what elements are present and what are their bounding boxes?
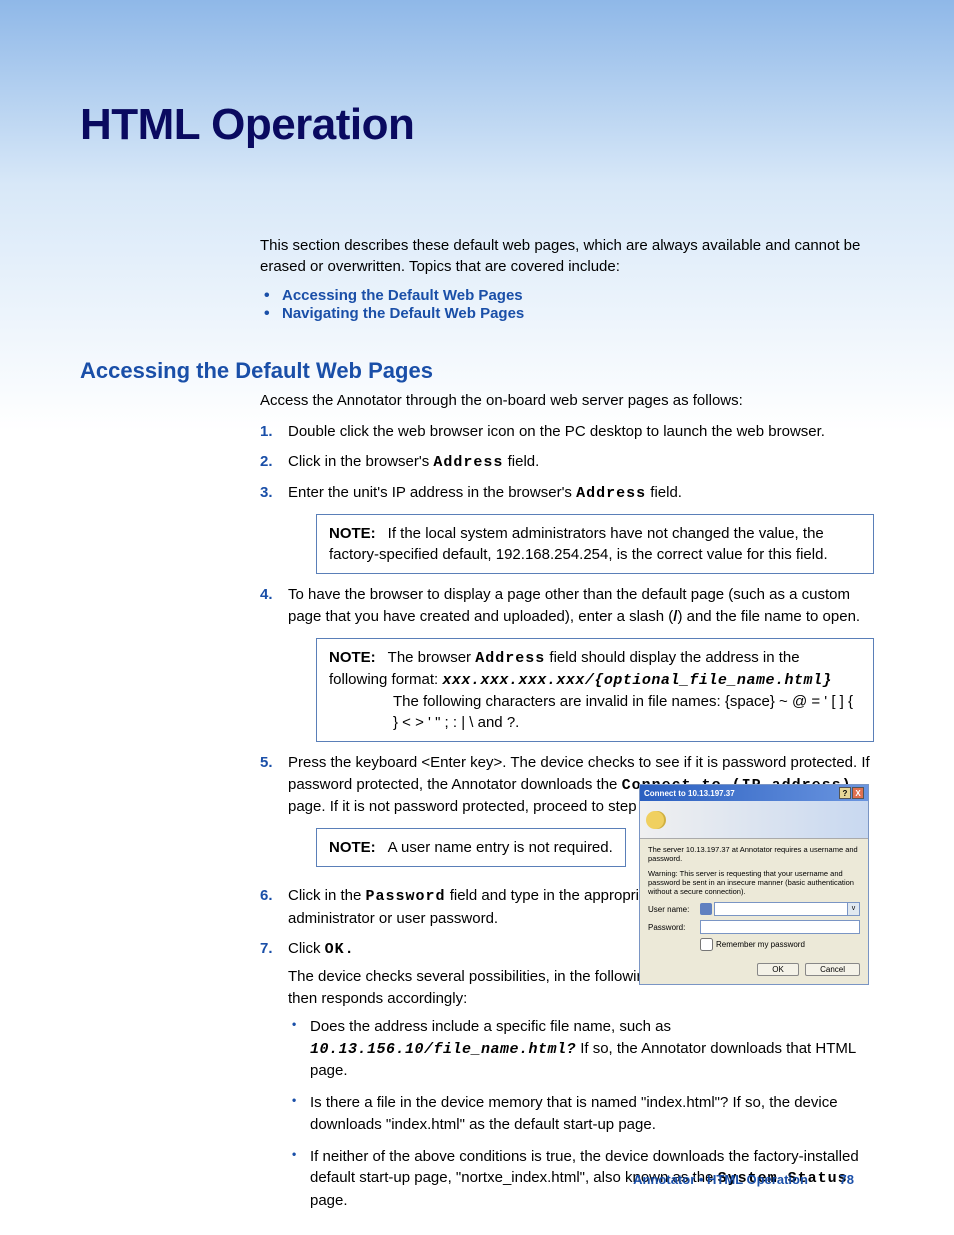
- help-icon[interactable]: ?: [839, 787, 851, 799]
- key-icon: [646, 811, 664, 829]
- ok-button[interactable]: OK: [757, 963, 799, 976]
- step-3-text-a: Enter the unit's IP address in the brows…: [288, 484, 576, 501]
- step-2: 2. Click in the browser's Address field.: [260, 451, 874, 474]
- username-input[interactable]: [714, 902, 848, 916]
- intro-text: This section describes these default web…: [260, 235, 874, 277]
- step-3-text-c: field.: [646, 484, 682, 501]
- auth-dialog: Connect to 10.13.197.37 ?X The server 10…: [639, 784, 869, 985]
- password-field-label: Password: [366, 888, 446, 905]
- topic-links: Accessing the Default Web Pages Navigati…: [260, 287, 874, 323]
- address-field-label: Address: [433, 454, 503, 471]
- sub-bullet-2: Is there a file in the device memory tha…: [288, 1092, 874, 1136]
- step-5-text-c: page. If it is not password protected, p…: [288, 798, 653, 815]
- person-icon: [700, 903, 712, 915]
- note-2-address: Address: [475, 650, 545, 667]
- step-3: 3. Enter the unit's IP address in the br…: [260, 482, 874, 575]
- remember-checkbox[interactable]: [700, 938, 713, 951]
- dialog-title: Connect to 10.13.197.37: [644, 789, 735, 798]
- step-7-text-a: Click: [288, 940, 325, 957]
- dialog-banner: [640, 801, 868, 839]
- note-box-3: NOTE: A user name entry is not required.: [316, 828, 626, 867]
- cancel-button[interactable]: Cancel: [805, 963, 860, 976]
- close-icon[interactable]: X: [852, 787, 864, 799]
- section-intro: Access the Annotator through the on-boar…: [260, 390, 874, 411]
- sub-bullet-1: Does the address include a specific file…: [288, 1016, 874, 1082]
- page-title: HTML Operation: [80, 100, 874, 150]
- note-2-a: The browser: [388, 649, 476, 666]
- dialog-titlebar: Connect to 10.13.197.37 ?X: [640, 785, 868, 801]
- note-box-2: NOTE:The browser Address field should di…: [316, 638, 874, 742]
- step-6: 6. Click in the Password field and type …: [260, 885, 700, 930]
- dropdown-icon[interactable]: v: [848, 902, 860, 916]
- page-footer: Annotator • HTML Operation 78: [633, 1172, 854, 1187]
- step-6-text-a: Click in the: [288, 887, 366, 904]
- note-label: NOTE:: [329, 649, 376, 666]
- note-label: NOTE:: [329, 525, 376, 542]
- link-navigating[interactable]: Navigating the Default Web Pages: [282, 305, 524, 322]
- step-1: 1.Double click the web browser icon on t…: [260, 421, 874, 443]
- password-label: Password:: [648, 923, 700, 932]
- sub3-c: page.: [310, 1192, 348, 1209]
- sub1-a: Does the address include a specific file…: [310, 1018, 671, 1035]
- note-box-1: NOTE:If the local system administrators …: [316, 514, 874, 574]
- remember-label: Remember my password: [716, 940, 805, 949]
- step-2-text-c: field.: [503, 453, 539, 470]
- page-number: 78: [840, 1172, 854, 1187]
- note-1-text: If the local system administrators have …: [329, 525, 828, 563]
- dialog-message-2: Warning: This server is requesting that …: [648, 869, 860, 896]
- step-4-text-c: ) and the file name to open.: [677, 608, 860, 625]
- ok-label: OK.: [325, 941, 355, 958]
- address-field-label: Address: [576, 485, 646, 502]
- note-3-text: A user name entry is not required.: [388, 839, 613, 856]
- link-accessing[interactable]: Accessing the Default Web Pages: [282, 287, 523, 304]
- step-4: 4. To have the browser to display a page…: [260, 584, 874, 742]
- note-2-format: xxx.xxx.xxx.xxx/{optional_file_name.html…: [442, 672, 832, 689]
- note-2-invalid-chars: The following characters are invalid in …: [393, 691, 861, 733]
- sub1-example: 10.13.156.10/file_name.html?: [310, 1041, 576, 1058]
- footer-text: Annotator • HTML Operation: [633, 1172, 808, 1187]
- note-label: NOTE:: [329, 839, 376, 856]
- step-1-text: Double click the web browser icon on the…: [288, 423, 825, 440]
- section-heading: Accessing the Default Web Pages: [80, 358, 874, 384]
- step-2-text-a: Click in the browser's: [288, 453, 433, 470]
- dialog-message-1: The server 10.13.197.37 at Annotator req…: [648, 845, 860, 863]
- username-label: User name:: [648, 905, 700, 914]
- password-input[interactable]: [700, 920, 860, 934]
